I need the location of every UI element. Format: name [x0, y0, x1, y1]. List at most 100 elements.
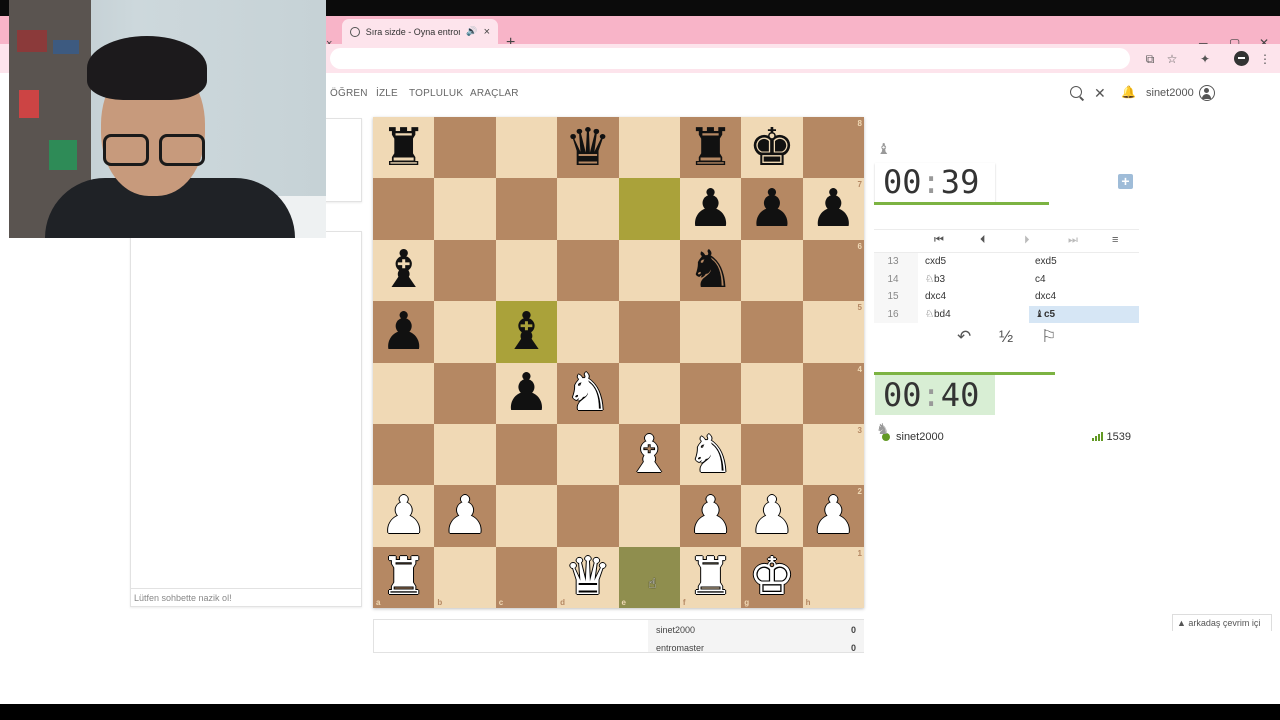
white-move[interactable]: ♘bd4	[925, 306, 951, 324]
white-knight-icon[interactable]: ♞	[687, 429, 734, 481]
last-move-icon[interactable]: ⏭	[1068, 234, 1078, 247]
nav-learn[interactable]: ÖĞREN	[330, 88, 368, 99]
browser-tab-active[interactable]: Sıra sizde - Oyna entromaster 🔊 ×	[342, 19, 498, 44]
square-h2[interactable]: ♟ 2	[802, 485, 864, 547]
player-name[interactable]: sinet2000	[896, 431, 944, 443]
square-c6[interactable]	[495, 239, 558, 302]
square-b2[interactable]: ♟	[434, 485, 496, 547]
square-f6[interactable]: ♞	[679, 239, 742, 302]
add-time-icon[interactable]: +	[1118, 174, 1133, 189]
black-move[interactable]: ♝c5	[1029, 305, 1139, 323]
black-king-icon[interactable]: ♚	[749, 122, 796, 174]
square-d4[interactable]: ♞	[557, 362, 619, 424]
square-e3[interactable]: ♝	[618, 423, 680, 486]
crossed-swords-icon[interactable]: ✕	[1094, 85, 1106, 102]
black-pawn-icon[interactable]: ♟	[503, 367, 550, 419]
white-pawn-icon[interactable]: ♟	[810, 490, 857, 542]
square-c5[interactable]: ♝	[495, 301, 558, 363]
nav-tools[interactable]: ARAÇLAR	[470, 88, 519, 99]
resign-flag-icon[interactable]: ⚐	[1041, 327, 1056, 347]
bell-icon[interactable]: 🔔	[1121, 85, 1136, 99]
square-f7[interactable]: ♟	[679, 178, 742, 240]
white-move[interactable]: ♘b3	[925, 271, 945, 289]
white-knight-icon[interactable]: ♞	[565, 367, 612, 419]
extensions-icon[interactable]: ✦	[1198, 52, 1212, 66]
white-pawn-icon[interactable]: ♟	[687, 490, 734, 542]
square-g2[interactable]: ♟	[741, 485, 803, 547]
square-g7[interactable]: ♟	[741, 178, 803, 240]
bookmark-star-icon[interactable]: ☆	[1165, 52, 1179, 66]
prev-move-icon[interactable]: ⏴	[980, 234, 986, 247]
square-b7[interactable]	[434, 178, 496, 240]
nav-watch[interactable]: İZLE	[376, 88, 398, 99]
chat-input[interactable]: Lütfen sohbette nazik ol!	[131, 588, 361, 606]
square-g4[interactable]	[741, 362, 803, 424]
square-c4[interactable]: ♟	[495, 362, 558, 424]
square-b5[interactable]	[434, 301, 496, 363]
black-bishop-icon[interactable]: ♝	[503, 306, 550, 358]
black-move[interactable]: dxc4	[1029, 288, 1139, 306]
square-d2[interactable]	[557, 485, 619, 547]
black-move[interactable]: exd5	[1029, 253, 1139, 271]
white-move[interactable]: cxd5	[925, 253, 946, 271]
black-pawn-icon[interactable]: ♟	[380, 306, 427, 358]
white-rook-icon[interactable]: ♜	[380, 551, 427, 603]
white-bishop-icon[interactable]: ♝	[626, 429, 673, 481]
square-d6[interactable]	[557, 239, 619, 302]
browser-menu-icon[interactable]: ⋮	[1258, 52, 1272, 66]
white-pawn-icon[interactable]: ♟	[442, 490, 489, 542]
profile-icon[interactable]	[1234, 51, 1249, 66]
friends-online-bar[interactable]: ▲ arkadaş çevrim içi	[1172, 614, 1272, 631]
square-h1[interactable]: 1h	[802, 546, 864, 608]
square-b8[interactable]	[434, 117, 496, 179]
square-d5[interactable]	[557, 301, 619, 363]
next-move-icon[interactable]: ⏵	[1024, 234, 1030, 247]
black-queen-icon[interactable]: ♛	[565, 122, 612, 174]
white-pawn-icon[interactable]: ♟	[380, 490, 427, 542]
white-pawn-icon[interactable]: ♟	[749, 490, 796, 542]
black-pawn-icon[interactable]: ♟	[810, 183, 857, 235]
square-a2[interactable]: ♟	[373, 485, 435, 547]
square-a5[interactable]: ♟	[373, 301, 435, 363]
black-pawn-icon[interactable]: ♟	[687, 183, 734, 235]
square-h3[interactable]: 3	[802, 423, 864, 486]
square-f4[interactable]	[679, 362, 742, 424]
square-a8[interactable]: ♜	[373, 117, 435, 179]
square-e4[interactable]	[618, 362, 680, 424]
square-g1[interactable]: ♚ g	[741, 546, 803, 608]
square-f2[interactable]: ♟	[679, 485, 742, 547]
white-king-icon[interactable]: ♚	[749, 551, 796, 603]
nav-community[interactable]: TOPLULUK	[409, 88, 463, 99]
square-c7[interactable]	[495, 178, 558, 240]
black-rook-icon[interactable]: ♜	[687, 122, 734, 174]
white-move[interactable]: dxc4	[925, 288, 946, 306]
square-d8[interactable]: ♛	[557, 117, 619, 179]
white-rook-icon[interactable]: ♜	[687, 551, 734, 603]
square-c1[interactable]: c	[495, 546, 558, 608]
square-f8[interactable]: ♜	[679, 117, 742, 179]
square-h6[interactable]: 6	[802, 239, 864, 302]
black-move[interactable]: c4	[1029, 271, 1139, 289]
square-a4[interactable]	[373, 362, 435, 424]
square-a6[interactable]: ♝	[373, 239, 435, 302]
user-icon[interactable]	[1199, 85, 1215, 101]
search-icon[interactable]	[1070, 86, 1082, 98]
square-f5[interactable]	[679, 301, 742, 363]
square-h8[interactable]: 8	[802, 117, 864, 179]
square-e6[interactable]	[618, 239, 680, 302]
square-h4[interactable]: 4	[802, 362, 864, 424]
square-g8[interactable]: ♚	[741, 117, 803, 179]
square-c3[interactable]	[495, 423, 558, 486]
black-rook-icon[interactable]: ♜	[380, 122, 427, 174]
square-b6[interactable]	[434, 239, 496, 302]
tab-close-icon[interactable]: ×	[484, 26, 490, 38]
menu-icon[interactable]: ≡	[1112, 234, 1118, 246]
square-e7[interactable]	[618, 178, 680, 240]
cast-icon[interactable]: ⧉	[1143, 52, 1157, 66]
square-e8[interactable]	[618, 117, 680, 179]
square-h7[interactable]: ♟ 7	[802, 178, 864, 240]
square-g5[interactable]	[741, 301, 803, 363]
square-g6[interactable]	[741, 239, 803, 302]
white-queen-icon[interactable]: ♛	[565, 551, 612, 603]
square-a7[interactable]	[373, 178, 435, 240]
